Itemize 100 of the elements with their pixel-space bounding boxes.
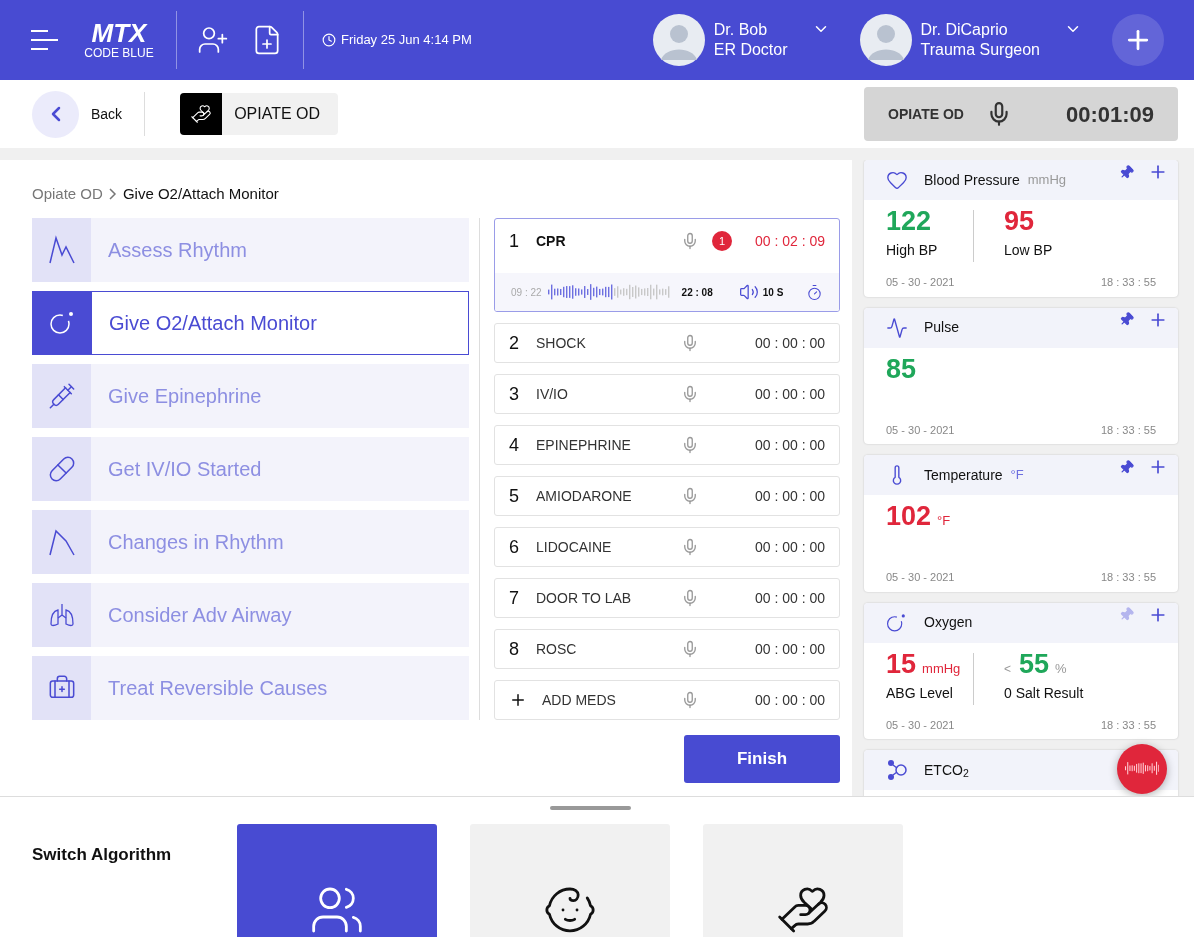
step-label: Changes in Rhythm xyxy=(108,530,284,555)
step-label: Give Epinephrine xyxy=(108,384,262,409)
reading-value: 55 xyxy=(1019,647,1050,681)
vital-title: Oxygen xyxy=(924,613,973,632)
step-label: Get IV/IO Started xyxy=(108,457,262,482)
action-timer: 00 : 00 : 00 xyxy=(753,588,825,608)
action-row[interactable]: 6 LIDOCAINE 00 : 00 : 00 xyxy=(494,527,840,567)
date-time: Friday 25 Jun 4:14 PM xyxy=(341,31,472,50)
reading-date: 05 - 30 - 2021 xyxy=(886,275,955,290)
add-user-icon[interactable] xyxy=(197,24,229,56)
action-timer: 00 : 00 : 00 xyxy=(753,333,825,353)
action-timer: 00 : 00 : 00 xyxy=(753,537,825,557)
action-row[interactable]: 7 DOOR TO LAB 00 : 00 : 00 xyxy=(494,578,840,618)
action-name: AMIODARONE xyxy=(536,486,632,506)
reading-time: 18 : 33 : 55 xyxy=(1100,717,1156,733)
action-timer: 00 : 02 : 09 xyxy=(753,231,825,251)
recorder-timer: 00:01:09 xyxy=(1065,100,1154,129)
step-number: 7 xyxy=(509,586,520,610)
pill-icon xyxy=(47,455,76,483)
step-number: 4 xyxy=(509,433,520,457)
step-number: 5 xyxy=(509,484,520,508)
doctor-name: Dr. Bob xyxy=(713,20,769,40)
vital-title: Blood Pressure xyxy=(924,170,1020,190)
breadcrumb-link[interactable]: Opiate OD xyxy=(32,182,103,206)
doctor-selector[interactable]: Dr. Bob ER Doctor xyxy=(652,14,830,66)
action-name: DOOR TO LAB xyxy=(536,588,632,608)
action-row[interactable]: 5 AMIODARONE 00 : 00 : 00 xyxy=(494,476,840,516)
action-name: ROSC xyxy=(536,639,577,659)
add-icon xyxy=(509,691,527,709)
reading-value: 102 xyxy=(886,500,932,533)
reading-time: 18 : 33 : 55 xyxy=(1100,570,1156,585)
step-label: Consider Adv Airway xyxy=(108,603,292,628)
step-number: 6 xyxy=(509,535,520,559)
chevron-right-icon xyxy=(108,188,117,200)
action-name: LIDOCAINE xyxy=(536,537,612,557)
logo-subtitle: CODE BLUE xyxy=(84,46,154,60)
finish-button[interactable]: Finish xyxy=(684,735,840,783)
action-row[interactable]: 4 EPINEPHRINE 00 : 00 : 00 xyxy=(494,425,840,465)
doctor-role: ER Doctor xyxy=(713,40,788,60)
reading-prefix: < xyxy=(1004,660,1011,678)
reading-time: 18 : 33 : 55 xyxy=(1100,275,1156,290)
menu-icon[interactable] xyxy=(30,29,58,51)
algorithm-step[interactable]: Give O2/Attach Monitor xyxy=(32,291,469,355)
waveform-icon xyxy=(1125,761,1159,777)
reading-label: ABG Level xyxy=(886,683,954,703)
action-name: IV/IO xyxy=(536,384,568,404)
molecule-icon xyxy=(886,759,908,781)
action-timer: 00 : 00 : 00 xyxy=(753,639,825,659)
action-row[interactable]: 8 ROSC 00 : 00 : 00 xyxy=(494,629,840,669)
recording-end: 22 : 08 xyxy=(681,285,713,300)
step-label: Treat Reversible Causes xyxy=(108,676,328,701)
vital-title: ETCO$_{2}$ xyxy=(924,760,969,781)
speaker-icon[interactable] xyxy=(738,282,759,302)
doctor-role: Trauma Surgeon xyxy=(920,40,1040,60)
reading-label: 0 Salt Result xyxy=(1004,683,1085,703)
hands-icon xyxy=(190,103,213,125)
logo: MTX xyxy=(91,20,147,46)
action-timer: 00 : 00 : 00 xyxy=(753,384,825,404)
pulse-icon xyxy=(886,316,908,339)
action-name: SHOCK xyxy=(536,333,586,353)
syringe-icon xyxy=(47,382,76,410)
reading-unit: % xyxy=(1055,659,1067,678)
reading-value: 122 xyxy=(886,205,932,238)
action-timer: 00 : 00 : 00 xyxy=(753,486,825,506)
vital-title: Pulse xyxy=(924,318,960,337)
drag-handle[interactable] xyxy=(550,806,631,810)
doctor-selector[interactable]: Dr. DiCaprio Trauma Surgeon xyxy=(859,14,1082,66)
vital-unit: °F xyxy=(1010,466,1024,485)
avatar xyxy=(859,14,912,66)
step-label: Give O2/Attach Monitor xyxy=(109,311,317,336)
clock-icon xyxy=(322,33,336,47)
vital-title: Temperature xyxy=(924,465,1003,485)
lungs-icon xyxy=(47,601,76,629)
back-label[interactable]: Back xyxy=(91,103,123,125)
step-label: Assess Rhythm xyxy=(108,238,247,263)
switch-title: Switch Algorithm xyxy=(32,844,173,864)
action-row[interactable]: ADD MEDS 00 : 00 : 00 xyxy=(494,680,840,720)
stopwatch-icon[interactable] xyxy=(806,283,823,301)
reading-value: 85 xyxy=(886,352,917,386)
recorder-label: OPIATE OD xyxy=(888,104,964,124)
action-timer: 00 : 00 : 00 xyxy=(753,435,825,455)
algorithm-card[interactable] xyxy=(703,824,903,937)
reading-date: 05 - 30 - 2021 xyxy=(886,717,955,733)
avatar xyxy=(652,14,705,66)
action-row[interactable]: 3 IV/IO 00 : 00 : 00 xyxy=(494,374,840,414)
action-name: CPR xyxy=(536,231,566,251)
action-row[interactable]: 1 CPR 1 00 : 02 : 09 09 : 22 22 : 08 10 S xyxy=(494,218,840,312)
breadcrumb-current: Give O2/Attach Monitor xyxy=(122,183,279,204)
rhythm-icon xyxy=(47,235,76,265)
action-row[interactable]: 2 SHOCK 00 : 00 : 00 xyxy=(494,323,840,363)
add-button[interactable] xyxy=(1112,14,1164,66)
heart-icon xyxy=(886,169,908,191)
case-name: OPIATE OD xyxy=(234,104,321,124)
reading-time: 18 : 33 : 55 xyxy=(1100,422,1156,438)
reading-unit: mmHg xyxy=(922,659,961,678)
doctor-name: Dr. DiCaprio xyxy=(920,20,1009,40)
step-number: 8 xyxy=(509,637,520,661)
step-number: 3 xyxy=(509,382,520,406)
reading-value: 15 xyxy=(886,647,917,681)
step-number: 1 xyxy=(509,229,520,253)
